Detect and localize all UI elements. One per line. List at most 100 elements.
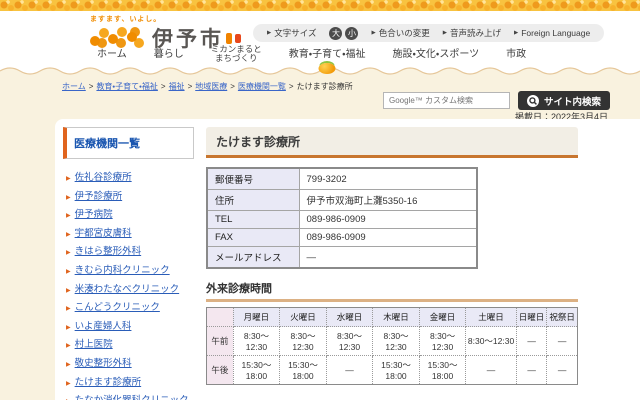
hours-am-tue: 8:30～12:30 — [279, 326, 327, 356]
hours-col-sun: 日曜日 — [515, 307, 548, 327]
hours-am-thu: 8:30～12:30 — [372, 326, 420, 356]
utility-bar: 文字サイズ 大 小 色合いの変更 音声読み上げ Foreign Language — [253, 24, 605, 42]
table-row: 郵便番号 799-3202 — [206, 167, 478, 190]
hours-col-thu: 木曜日 — [372, 307, 420, 327]
sidebar-item-iyo-hospital[interactable]: 伊予病院 — [66, 206, 194, 220]
magnifier-icon — [527, 94, 539, 107]
logo-stamp-red-icon — [235, 33, 241, 43]
breadcrumb-regional-medical[interactable]: 地域医療 — [195, 82, 227, 91]
breadcrumb-welfare[interactable]: 福祉 — [169, 82, 185, 91]
table-row-am: 午前 8:30～12:30 8:30～12:30 8:30～12:30 8:30… — [206, 326, 578, 356]
breadcrumb-medical-list[interactable]: 医療機関一覧 — [238, 82, 286, 91]
clinic-info-table: 郵便番号 799-3202 住所 伊予市双海町上灘5350-16 TEL 089… — [206, 167, 478, 269]
table-row: メールアドレス — — [206, 246, 478, 269]
sidebar-item-utsunomiya[interactable]: 宇都宮皮膚科 — [66, 225, 194, 239]
sidebar-item-kimura[interactable]: きむら内科クリニック — [66, 262, 194, 276]
sidebar-item-iyo-clinic[interactable]: 伊予診療所 — [66, 188, 194, 202]
hours-table: 月曜日 火曜日 水曜日 木曜日 金曜日 土曜日 日曜日 祝祭日 午前 8:30～… — [206, 307, 578, 385]
hours-col-mon: 月曜日 — [232, 307, 281, 327]
sidebar-item-keishi[interactable]: 敬史整形外科 — [66, 355, 194, 369]
nav-facilities-culture-sports[interactable]: 施設・文化・スポーツ — [393, 49, 480, 60]
foreign-language-label: Foreign Language — [521, 28, 591, 38]
sidebar-item-kondo[interactable]: こんどうクリニック — [66, 299, 194, 313]
nav-living[interactable]: 暮らし — [154, 49, 184, 60]
color-change-label: 色合いの変更 — [378, 28, 430, 38]
breadcrumb-current-page: たけます診療所 — [296, 82, 353, 91]
hours-am-wed: 8:30～12:30 — [325, 326, 374, 356]
search-button-label: サイト内検索 — [544, 96, 602, 108]
mikan-pattern-banner — [0, 0, 640, 11]
sidebar-item-takemasu[interactable]: たけます診療所 — [66, 374, 194, 388]
hours-am-sun: — — [515, 326, 548, 356]
info-label-email: メールアドレス — [206, 246, 300, 269]
table-row: FAX 089-986-0909 — [206, 228, 478, 247]
info-label-tel: TEL — [206, 210, 300, 229]
info-value-postal: 799-3202 — [298, 167, 478, 190]
sidebar-item-iyo-sanfujinka[interactable]: いよ産婦人科 — [66, 318, 194, 332]
hours-col-tue: 火曜日 — [279, 307, 327, 327]
hours-pm-tue: 15:30～18:00 — [279, 355, 327, 385]
hours-pm-holiday: — — [546, 355, 578, 385]
table-row-pm: 午後 15:30～18:00 15:30～18:00 — 15:30～18:00… — [206, 355, 578, 385]
font-size-label: 文字サイズ — [267, 27, 316, 39]
hours-pm-sun: — — [515, 355, 548, 385]
info-value-fax: 089-986-0909 — [298, 228, 478, 247]
hours-row-pm-label: 午後 — [206, 355, 234, 385]
page-title: たけます診療所 — [206, 127, 578, 158]
hours-pm-fri: 15:30～18:00 — [418, 355, 467, 385]
hours-col-holiday: 祝祭日 — [546, 307, 578, 327]
audio-readout-label: 音声読み上げ — [449, 28, 501, 38]
info-value-email: — — [298, 246, 478, 269]
audio-readout-link[interactable]: 音声読み上げ — [443, 27, 501, 39]
logo-stamp-icon — [226, 32, 232, 44]
search-button[interactable]: サイト内検索 — [518, 91, 611, 110]
main-content: たけます診療所 郵便番号 799-3202 住所 伊予市双海町上灘5350-16… — [206, 127, 578, 400]
hours-pm-thu: 15:30～18:00 — [372, 355, 420, 385]
search-input[interactable] — [383, 92, 510, 109]
hours-pm-sat: — — [465, 355, 517, 385]
site-search: サイト内検索 — [383, 91, 611, 110]
hours-row-am-label: 午前 — [206, 326, 234, 356]
breadcrumb-home[interactable]: ホーム — [62, 82, 86, 91]
nav-home[interactable]: ホーム — [97, 49, 127, 60]
breadcrumb-separator: > — [88, 82, 94, 91]
sidebar-medical-list: 医療機関一覧 佐礼谷診療所 伊予診療所 伊予病院 宇都宮皮膚科 きはら整形外科 … — [63, 127, 194, 400]
sidebar-item-kihara[interactable]: きはら整形外科 — [66, 243, 194, 257]
hours-col-blank — [206, 307, 234, 327]
info-label-fax: FAX — [206, 228, 300, 247]
sidebar-item-watanabe[interactable]: 米湊わたなべクリニック — [66, 281, 194, 295]
global-nav: ホーム 暮らし ミカンまると まちづくり 教育・子育て・福祉 施設・文化・スポー… — [0, 44, 640, 64]
info-label-postal: 郵便番号 — [206, 167, 300, 190]
nav-education-welfare[interactable]: 教育・子育て・福祉 — [289, 49, 366, 60]
hours-col-wed: 水曜日 — [325, 307, 374, 327]
hours-am-holiday: — — [546, 326, 578, 356]
table-row: TEL 089-986-0909 — [206, 210, 478, 229]
breadcrumb-education[interactable]: 教育・子育て・福祉 — [96, 82, 157, 91]
hours-col-sat: 土曜日 — [465, 307, 517, 327]
nav-mikan-machizukuri[interactable]: ミカンまると まちづくり — [211, 44, 262, 64]
hours-pm-mon: 15:30～18:00 — [232, 355, 281, 385]
hours-am-fri: 8:30～12:30 — [418, 326, 467, 356]
font-small-button[interactable]: 小 — [345, 26, 359, 40]
info-value-tel: 089-986-0909 — [298, 210, 478, 229]
font-large-button[interactable]: 大 — [329, 26, 343, 40]
sidebar-item-tanaka[interactable]: たなか消化器科クリニック — [66, 392, 194, 400]
nav-city-government[interactable]: 市政 — [506, 49, 526, 60]
sidebar-item-sareidani[interactable]: 佐礼谷診療所 — [66, 169, 194, 183]
hours-am-mon: 8:30～12:30 — [232, 326, 281, 356]
sidebar-title: 医療機関一覧 — [63, 127, 194, 159]
breadcrumb-separator: > — [230, 82, 235, 91]
hours-heading: 外来診療時間 — [206, 280, 578, 302]
font-size-text: 文字サイズ — [274, 28, 317, 38]
font-size-buttons: 大 小 — [329, 26, 359, 40]
color-change-link[interactable]: 色合いの変更 — [371, 27, 430, 39]
hours-pm-wed: — — [325, 355, 374, 385]
foreign-language-link[interactable]: Foreign Language — [514, 28, 590, 38]
table-row: 月曜日 火曜日 水曜日 木曜日 金曜日 土曜日 日曜日 祝祭日 — [206, 307, 578, 327]
content-panel: 医療機関一覧 佐礼谷診療所 伊予診療所 伊予病院 宇都宮皮膚科 きはら整形外科 … — [55, 119, 640, 400]
breadcrumb: ホーム > 教育・子育て・福祉 > 福祉 > 地域医療 > 医療機関一覧 > たけます診療所 — [62, 81, 353, 92]
info-value-address: 伊予市双海町上灘5350-16 — [298, 189, 478, 211]
breadcrumb-separator: > — [288, 82, 294, 91]
sidebar-item-murakami[interactable]: 村上医院 — [66, 336, 194, 350]
breadcrumb-separator: > — [187, 82, 193, 91]
